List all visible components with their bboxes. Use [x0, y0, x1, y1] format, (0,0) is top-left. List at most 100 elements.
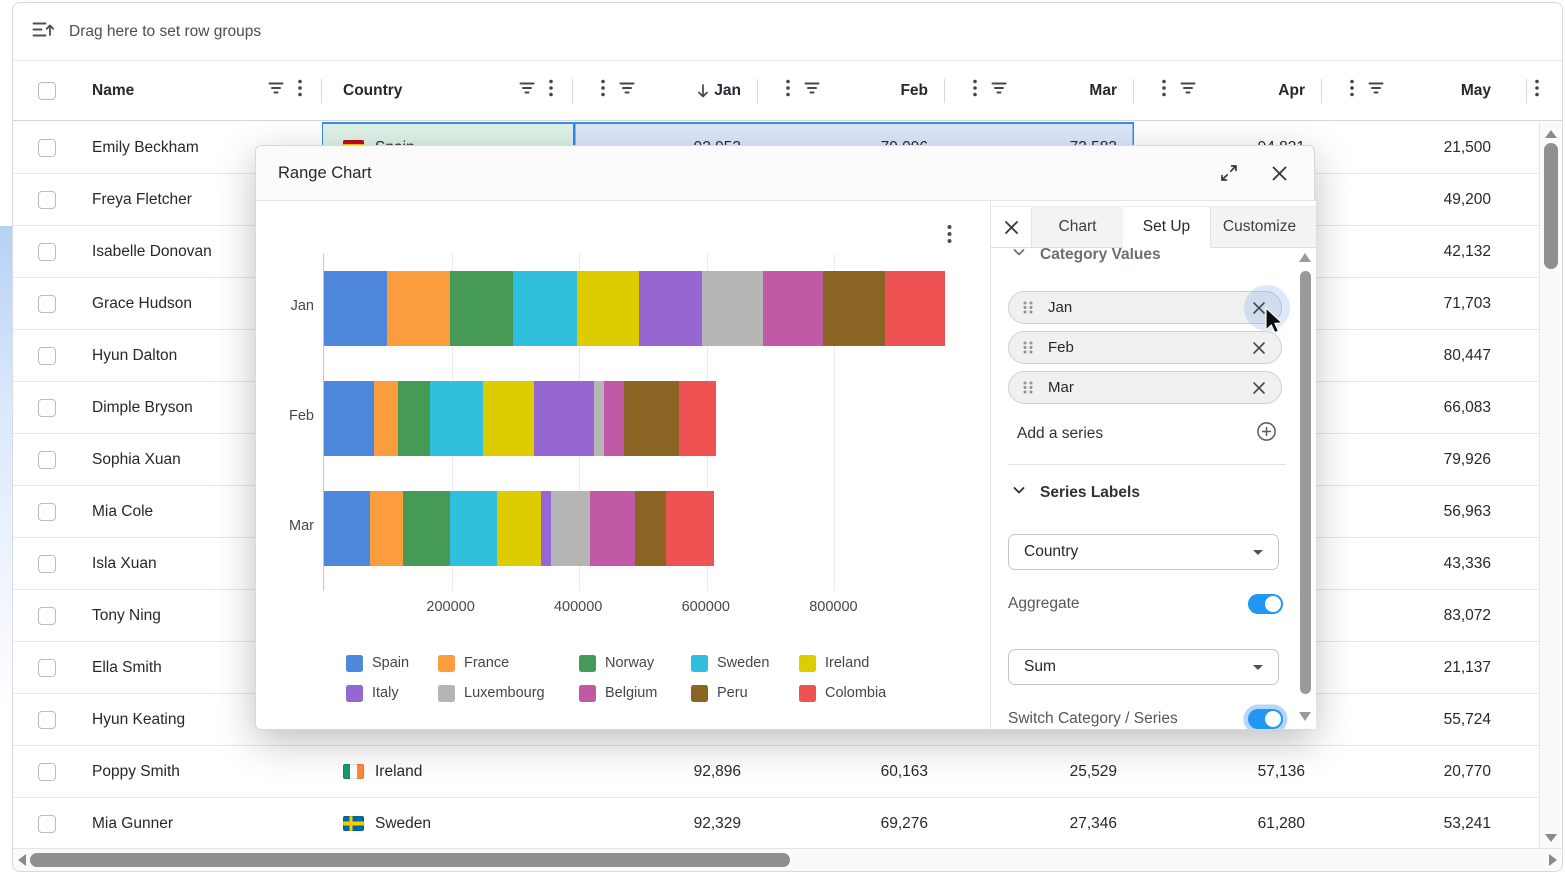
series-chip-mar[interactable]: Mar — [1008, 371, 1282, 404]
row-checkbox[interactable] — [38, 191, 56, 209]
legend-item-italy[interactable]: Italy — [346, 683, 399, 703]
row-checkbox[interactable] — [38, 139, 56, 157]
series-label-select[interactable]: Country — [1008, 534, 1279, 570]
legend-item-belgium[interactable]: Belgium — [579, 683, 657, 703]
panel-scroll-down-arrow[interactable] — [1299, 712, 1311, 721]
legend-item-sweden[interactable]: Sweden — [691, 653, 769, 673]
row-checkbox[interactable] — [38, 763, 56, 781]
column-menu-icon[interactable] — [786, 79, 790, 102]
value-cell[interactable]: 42,132 — [1322, 226, 1527, 277]
row-checkbox[interactable] — [38, 399, 56, 417]
panel-scroll-thumb[interactable] — [1300, 271, 1311, 694]
panel-close-button[interactable] — [991, 207, 1031, 248]
plus-circle-icon[interactable] — [1256, 421, 1277, 447]
value-cell[interactable]: 21,500 — [1322, 122, 1527, 173]
filter-icon[interactable] — [1180, 81, 1196, 100]
dialog-titlebar[interactable]: Range Chart — [256, 146, 1314, 201]
row-checkbox[interactable] — [38, 815, 56, 833]
series-labels-section[interactable]: Series Labels — [1011, 482, 1140, 503]
scroll-down-arrow[interactable] — [1545, 834, 1557, 842]
scroll-up-arrow[interactable] — [1545, 130, 1557, 138]
filter-icon[interactable] — [1368, 81, 1384, 100]
legend-item-spain[interactable]: Spain — [346, 653, 409, 673]
tab-set-up[interactable]: Set Up — [1123, 207, 1211, 248]
value-cell[interactable]: 56,963 — [1322, 486, 1527, 537]
legend-item-ireland[interactable]: Ireland — [799, 653, 869, 673]
filter-icon[interactable] — [519, 81, 535, 100]
row-checkbox[interactable] — [38, 711, 56, 729]
legend-item-peru[interactable]: Peru — [691, 683, 748, 703]
column-menu-icon[interactable] — [1535, 79, 1539, 102]
column-menu-icon[interactable] — [973, 79, 977, 102]
column-menu-icon[interactable] — [1350, 79, 1354, 102]
value-cell[interactable]: 27,346 — [945, 798, 1134, 849]
row-checkbox[interactable] — [38, 295, 56, 313]
horizontal-scroll-thumb[interactable] — [30, 853, 790, 867]
header-feb[interactable]: Feb — [758, 61, 945, 120]
scroll-left-arrow[interactable] — [18, 854, 26, 866]
value-cell[interactable]: 55,724 — [1322, 694, 1527, 745]
switch-category-series-toggle[interactable] — [1248, 709, 1283, 729]
vertical-scroll-thumb[interactable] — [1544, 143, 1558, 269]
row-checkbox[interactable] — [38, 659, 56, 677]
value-cell[interactable]: 53,241 — [1322, 798, 1527, 849]
value-cell[interactable]: 71,703 — [1322, 278, 1527, 329]
header-mar[interactable]: Mar — [945, 61, 1134, 120]
category-values-section[interactable]: Category Values — [1011, 248, 1161, 265]
tab-customize[interactable]: Customize — [1211, 207, 1308, 248]
value-cell[interactable]: 83,072 — [1322, 590, 1527, 641]
value-cell[interactable]: 69,276 — [758, 798, 945, 849]
scroll-right-arrow[interactable] — [1549, 854, 1557, 866]
filter-icon[interactable] — [991, 81, 1007, 100]
legend-item-luxembourg[interactable]: Luxembourg — [438, 683, 545, 703]
close-icon[interactable] — [1266, 160, 1292, 186]
chart-menu-icon[interactable] — [938, 223, 960, 245]
tab-chart[interactable]: Chart — [1031, 207, 1123, 248]
row-checkbox[interactable] — [38, 451, 56, 469]
vertical-scrollbar[interactable] — [1539, 122, 1562, 849]
legend-item-colombia[interactable]: Colombia — [799, 683, 886, 703]
panel-scroll-up-arrow[interactable] — [1299, 253, 1311, 262]
value-cell[interactable]: 43,336 — [1322, 538, 1527, 589]
column-menu-icon[interactable] — [549, 79, 553, 102]
column-menu-icon[interactable] — [1162, 79, 1166, 102]
column-menu-icon[interactable] — [298, 79, 302, 102]
value-cell[interactable]: 92,329 — [573, 798, 758, 849]
drag-handle-icon[interactable] — [1021, 340, 1035, 355]
value-cell[interactable]: 66,083 — [1322, 382, 1527, 433]
legend-item-france[interactable]: France — [438, 653, 509, 673]
filter-icon[interactable] — [804, 81, 820, 100]
name-cell[interactable]: Poppy Smith — [81, 746, 322, 797]
series-chip-jan[interactable]: Jan — [1008, 291, 1282, 324]
add-series-button[interactable]: Add a series — [1017, 419, 1277, 449]
remove-chip-icon[interactable] — [1249, 378, 1269, 398]
row-checkbox[interactable] — [38, 503, 56, 521]
filter-icon[interactable] — [619, 81, 635, 100]
header-apr[interactable]: Apr — [1134, 61, 1322, 120]
country-cell[interactable]: Sweden — [322, 798, 573, 849]
value-cell[interactable]: 61,280 — [1134, 798, 1322, 849]
legend-item-norway[interactable]: Norway — [579, 653, 654, 673]
value-cell[interactable]: 25,529 — [945, 746, 1134, 797]
header-name[interactable]: Name — [81, 61, 322, 120]
row-group-panel[interactable]: Drag here to set row groups — [13, 3, 1562, 61]
header-may[interactable]: May — [1322, 61, 1527, 120]
value-cell[interactable]: 92,896 — [573, 746, 758, 797]
filter-icon[interactable] — [268, 81, 284, 100]
drag-handle-icon[interactable] — [1021, 380, 1035, 395]
row-checkbox[interactable] — [38, 243, 56, 261]
header-country[interactable]: Country — [322, 61, 573, 120]
value-cell[interactable]: 57,136 — [1134, 746, 1322, 797]
value-cell[interactable]: 60,163 — [758, 746, 945, 797]
value-cell[interactable]: 80,447 — [1322, 330, 1527, 381]
maximize-icon[interactable] — [1216, 160, 1242, 186]
column-menu-icon[interactable] — [601, 79, 605, 102]
horizontal-scrollbar[interactable] — [13, 848, 1562, 871]
row-checkbox[interactable] — [38, 347, 56, 365]
value-cell[interactable]: 20,770 — [1322, 746, 1527, 797]
country-cell[interactable]: Ireland — [322, 746, 573, 797]
aggregate-toggle[interactable] — [1248, 594, 1283, 614]
value-cell[interactable]: 21,137 — [1322, 642, 1527, 693]
name-cell[interactable]: Mia Gunner — [81, 798, 322, 849]
aggregate-func-select[interactable]: Sum — [1008, 649, 1279, 685]
